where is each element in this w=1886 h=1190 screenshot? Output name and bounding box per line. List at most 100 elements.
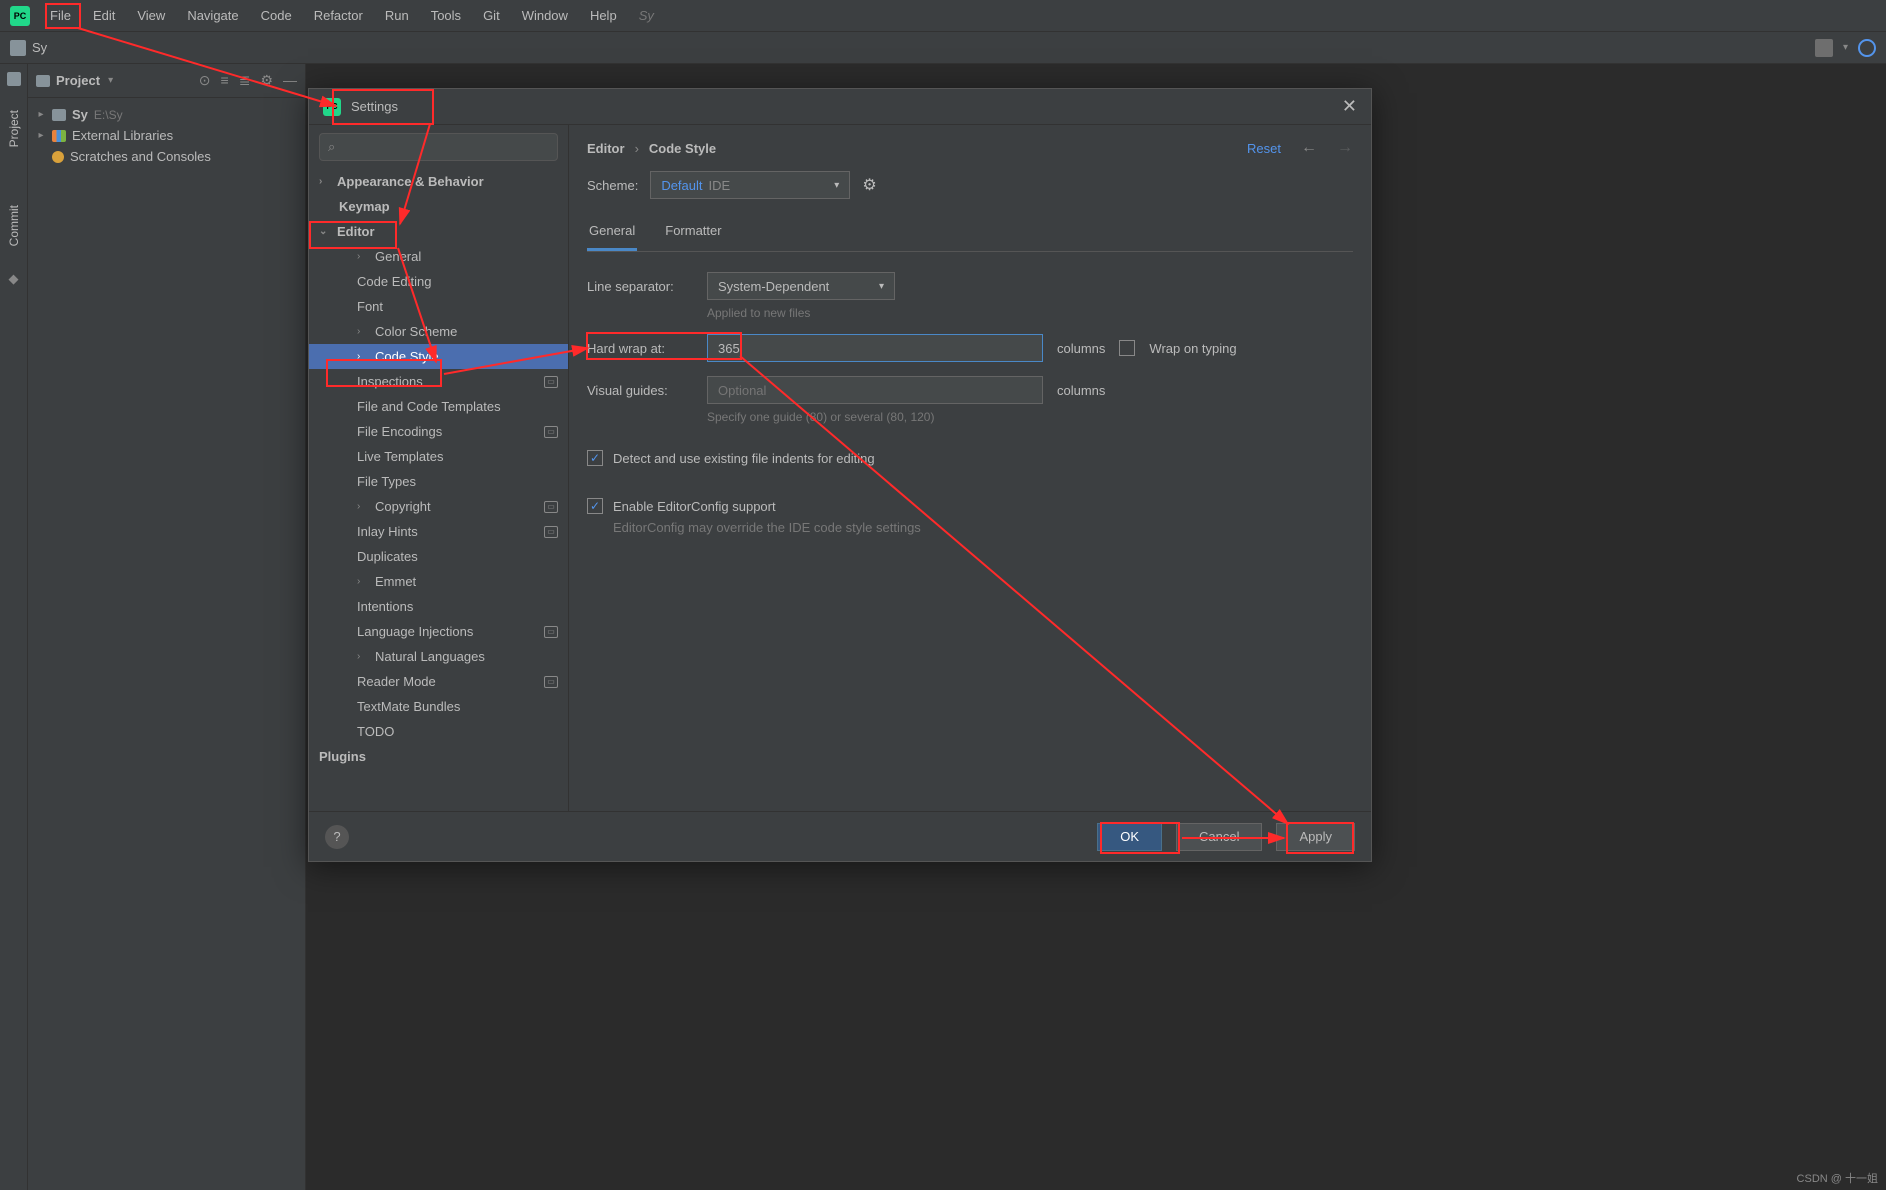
visual-guides-hint: Specify one guide (80) or several (80, 1… [707, 410, 1353, 424]
tree-todo[interactable]: TODO [309, 719, 568, 744]
project-badge-icon: ▭ [544, 526, 558, 538]
menu-view[interactable]: View [127, 4, 175, 27]
settings-gear-icon[interactable]: ⚙ [260, 72, 273, 89]
menu-git[interactable]: Git [473, 4, 510, 27]
commit-tool-label[interactable]: Commit [7, 201, 21, 250]
search-everywhere-hint[interactable]: Sy [639, 8, 654, 23]
menu-code[interactable]: Code [251, 4, 302, 27]
tree-external-libraries[interactable]: ▸ External Libraries [28, 125, 305, 146]
project-badge-icon: ▭ [544, 426, 558, 438]
tree-root[interactable]: ▸ Sy E:\Sy [28, 104, 305, 125]
tree-reader-mode[interactable]: Reader Mode▭ [309, 669, 568, 694]
cancel-button[interactable]: Cancel [1176, 823, 1262, 851]
tree-duplicates[interactable]: Duplicates [309, 544, 568, 569]
tree-inspections[interactable]: Inspections▭ [309, 369, 568, 394]
menu-refactor[interactable]: Refactor [304, 4, 373, 27]
tree-code-editing[interactable]: Code Editing [309, 269, 568, 294]
tree-general[interactable]: ›General [309, 244, 568, 269]
project-breadcrumb[interactable]: Sy [32, 40, 47, 55]
ide-updates-icon[interactable] [1858, 39, 1876, 57]
tree-file-types[interactable]: File Types [309, 469, 568, 494]
search-icon: ⌕ [328, 139, 335, 155]
collapse-all-icon[interactable]: ≣ [239, 72, 251, 89]
chevron-down-icon[interactable]: ▾ [108, 75, 113, 86]
columns-label: columns [1057, 341, 1105, 356]
project-view-selector[interactable]: Project [56, 73, 100, 88]
settings-title: Settings [351, 99, 398, 114]
collapse-arrow-icon[interactable]: ▸ [36, 109, 46, 120]
menu-file[interactable]: File [40, 4, 81, 27]
project-tree: ▸ Sy E:\Sy ▸ External Libraries ▸ Scratc… [28, 98, 305, 173]
project-tool-label[interactable]: Project [7, 106, 21, 151]
editorconfig-checkbox[interactable]: ✓ [587, 498, 603, 514]
ok-button[interactable]: OK [1097, 823, 1162, 851]
close-icon[interactable]: ✕ [1342, 96, 1357, 117]
forward-arrow-icon[interactable]: → [1337, 139, 1353, 157]
back-arrow-icon[interactable]: ← [1301, 139, 1317, 157]
tree-emmet[interactable]: ›Emmet [309, 569, 568, 594]
tab-formatter[interactable]: Formatter [663, 217, 723, 251]
menu-tools[interactable]: Tools [421, 4, 471, 27]
tree-editor[interactable]: ⌄Editor [309, 219, 568, 244]
tree-file-code-templates[interactable]: File and Code Templates [309, 394, 568, 419]
folder-icon [10, 40, 26, 56]
tab-general[interactable]: General [587, 217, 637, 251]
expand-all-icon[interactable]: ≡ [221, 72, 229, 89]
project-badge-icon: ▭ [544, 626, 558, 638]
tree-file-encodings[interactable]: File Encodings▭ [309, 419, 568, 444]
scheme-label: Scheme: [587, 178, 638, 193]
line-separator-dropdown[interactable]: System-Dependent ▾ [707, 272, 895, 300]
tree-scratches[interactable]: ▸ Scratches and Consoles [28, 146, 305, 167]
menu-run[interactable]: Run [375, 4, 419, 27]
account-dropdown-icon[interactable]: ▾ [1843, 42, 1848, 53]
settings-content: Editor › Code Style Reset ← → Scheme: De… [569, 125, 1371, 811]
pycharm-logo-icon: PC [323, 98, 341, 116]
tree-textmate-bundles[interactable]: TextMate Bundles [309, 694, 568, 719]
menu-navigate[interactable]: Navigate [177, 4, 248, 27]
apply-button[interactable]: Apply [1276, 823, 1355, 851]
tree-plugins[interactable]: Plugins [309, 744, 568, 769]
menu-help[interactable]: Help [580, 4, 627, 27]
collapse-arrow-icon[interactable]: ▸ [36, 130, 46, 141]
settings-titlebar: PC Settings ✕ [309, 89, 1371, 125]
code-style-tabs: General Formatter [587, 217, 1353, 252]
gear-icon[interactable]: ⚙ [862, 175, 876, 195]
settings-search-input[interactable]: ⌕ [319, 133, 558, 161]
tree-natural-languages[interactable]: ›Natural Languages [309, 644, 568, 669]
scheme-dropdown[interactable]: Default IDE ▾ [650, 171, 850, 199]
navigation-bar: Sy ▾ [0, 32, 1886, 64]
wrap-on-typing-checkbox[interactable] [1119, 340, 1135, 356]
breadcrumb-code-style: Code Style [649, 141, 716, 156]
project-tool-icon[interactable] [7, 72, 21, 86]
hide-tool-window-icon[interactable]: — [283, 72, 297, 89]
detect-indents-checkbox[interactable]: ✓ [587, 450, 603, 466]
tree-copyright[interactable]: ›Copyright▭ [309, 494, 568, 519]
project-badge-icon: ▭ [544, 676, 558, 688]
tree-keymap[interactable]: Keymap [309, 194, 568, 219]
project-tool-window: Project ▾ ⊙ ≡ ≣ ⚙ — ▸ Sy E:\Sy ▸ Externa… [28, 64, 306, 1190]
hard-wrap-input[interactable] [707, 334, 1043, 362]
detect-indents-label: Detect and use existing file indents for… [613, 451, 875, 466]
visual-guides-label: Visual guides: [587, 383, 693, 398]
tree-code-style[interactable]: ›Code Style [309, 344, 568, 369]
project-pane-header: Project ▾ ⊙ ≡ ≣ ⚙ — [28, 64, 305, 98]
line-separator-label: Line separator: [587, 279, 693, 294]
select-opened-file-icon[interactable]: ⊙ [199, 72, 211, 89]
reset-link[interactable]: Reset [1247, 141, 1281, 156]
tree-language-injections[interactable]: Language Injections▭ [309, 619, 568, 644]
tree-color-scheme[interactable]: ›Color Scheme [309, 319, 568, 344]
wrap-on-typing-label: Wrap on typing [1149, 341, 1236, 356]
tree-intentions[interactable]: Intentions [309, 594, 568, 619]
tree-font[interactable]: Font [309, 294, 568, 319]
tree-live-templates[interactable]: Live Templates [309, 444, 568, 469]
help-icon[interactable]: ? [325, 825, 349, 849]
settings-tree: ›Appearance & Behavior Keymap ⌄Editor ›G… [309, 169, 568, 811]
visual-guides-input[interactable] [707, 376, 1043, 404]
menu-window[interactable]: Window [512, 4, 578, 27]
breadcrumb-editor[interactable]: Editor [587, 141, 625, 156]
tree-inlay-hints[interactable]: Inlay Hints▭ [309, 519, 568, 544]
tree-appearance-behavior[interactable]: ›Appearance & Behavior [309, 169, 568, 194]
commit-tool-icon[interactable]: ◆ [9, 271, 19, 287]
menu-edit[interactable]: Edit [83, 4, 125, 27]
account-icon[interactable] [1815, 39, 1833, 57]
